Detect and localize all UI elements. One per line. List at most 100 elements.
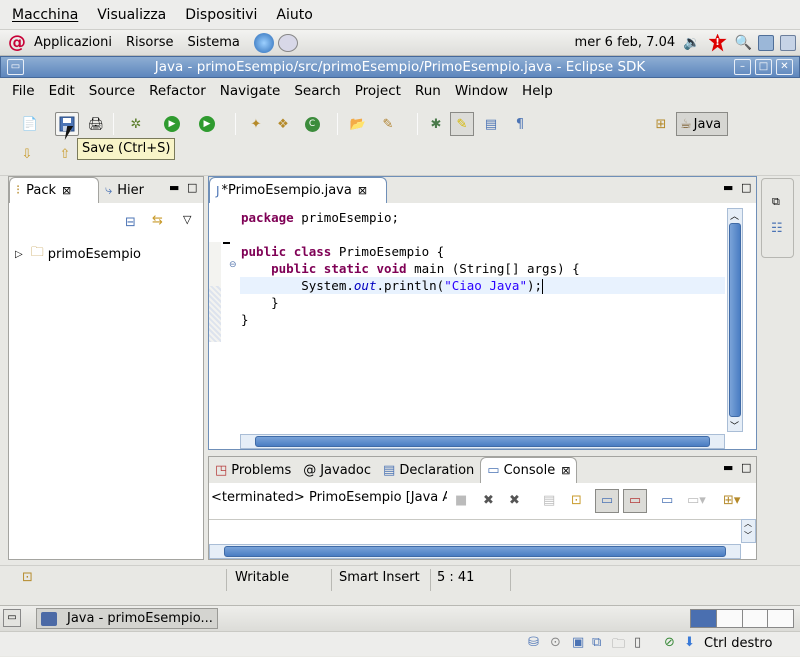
print-icon[interactable]: 🖨 xyxy=(86,114,106,134)
debian-logo-icon[interactable]: @ xyxy=(8,32,26,53)
external-tools-icon[interactable]: ▶ xyxy=(197,114,217,134)
menu-places[interactable]: Risorse xyxy=(126,35,174,50)
maximize-button[interactable]: □ xyxy=(755,59,772,75)
debug-icon[interactable]: ✲ xyxy=(126,114,146,134)
close-button[interactable]: ✕ xyxy=(776,59,793,75)
browser-launcher-icon[interactable] xyxy=(253,32,274,53)
window-menu-icon[interactable]: ▭ xyxy=(7,59,24,75)
workspace-4[interactable] xyxy=(768,610,793,627)
tab-javadoc[interactable]: @ Javadoc xyxy=(297,457,377,483)
collapse-all-icon[interactable]: ⊟ xyxy=(125,215,136,230)
scroll-up-arrow-icon[interactable]: ︿ xyxy=(730,209,739,222)
tab-hierarchy[interactable]: ⤷ Hier xyxy=(99,177,150,203)
menu-help[interactable]: Help xyxy=(522,83,553,99)
close-tab-icon[interactable]: ⊠ xyxy=(561,464,570,477)
update-alert-icon[interactable]: ! xyxy=(708,33,727,52)
cdrom-icon[interactable]: ⊙ xyxy=(550,635,561,650)
vbox-menu-help[interactable]: Aiuto xyxy=(276,7,312,23)
pin-console-icon[interactable]: ▭ xyxy=(661,493,673,508)
tab-editor-file[interactable]: J *PrimoEsempio.java ⊠ xyxy=(209,177,387,203)
link-editor-icon[interactable]: ⇆ xyxy=(152,213,163,228)
menu-refactor[interactable]: Refactor xyxy=(149,83,206,99)
menu-navigate[interactable]: Navigate xyxy=(220,83,281,99)
workspace-1[interactable] xyxy=(691,610,717,627)
restore-view-icon[interactable]: ⧉ xyxy=(772,195,780,209)
display-console-icon[interactable]: ▭▾ xyxy=(687,493,706,508)
menu-edit[interactable]: Edit xyxy=(49,83,75,99)
show-desktop-icon[interactable]: ▭ xyxy=(3,609,21,627)
new-icon[interactable]: 📄 xyxy=(20,114,40,134)
clock[interactable]: mer 6 feb, 7.04 xyxy=(575,35,676,50)
minimize-view-icon[interactable]: ▬ xyxy=(723,461,733,474)
code-line[interactable]: } xyxy=(241,294,725,311)
expand-arrow-icon[interactable]: ▷ xyxy=(15,249,23,260)
code-line[interactable]: } xyxy=(241,311,725,328)
editor-vertical-scrollbar[interactable]: ︿ ﹀ xyxy=(727,208,743,432)
menu-project[interactable]: Project xyxy=(355,83,401,99)
show-on-error-icon[interactable]: ▭ xyxy=(623,489,647,513)
tab-package-explorer[interactable]: ⁝ Pack ⊠ xyxy=(9,177,99,203)
minimize-view-icon[interactable]: ▬ xyxy=(723,181,733,194)
vbox-menu-devices[interactable]: Dispositivi xyxy=(185,7,257,23)
console-vertical-scrollbar[interactable]: ︿ ﹀ xyxy=(741,519,756,543)
next-annotation-icon[interactable]: ⇩ xyxy=(17,144,37,164)
network-adapter-icon[interactable]: ⧉ xyxy=(592,635,601,650)
outline-view-icon[interactable]: ☷ xyxy=(771,221,783,236)
new-class-icon[interactable]: C xyxy=(302,114,322,134)
menu-system[interactable]: Sistema xyxy=(187,35,239,50)
close-tab-icon[interactable]: ⊠ xyxy=(358,184,367,197)
menu-window[interactable]: Window xyxy=(455,83,508,99)
block-selection-icon[interactable]: ▤ xyxy=(481,114,501,134)
code-line[interactable]: public static void main (String[] args) … xyxy=(241,260,725,277)
minimize-button[interactable]: – xyxy=(734,59,751,75)
menu-file[interactable]: File xyxy=(12,83,35,99)
usb-icon[interactable]: ▯ xyxy=(634,635,641,650)
host-key-icon[interactable]: ⬇ xyxy=(684,635,695,650)
code-area[interactable]: package primoEsempio; public class PrimoE… xyxy=(241,209,725,433)
show-whitespace-icon[interactable]: ¶ xyxy=(510,114,530,134)
mouse-integration-icon[interactable]: ⊘ xyxy=(664,635,675,650)
fold-icon[interactable]: ⊖ xyxy=(229,260,237,270)
tab-problems[interactable]: ◳ Problems xyxy=(209,457,297,483)
java-perspective-button[interactable]: ☕ Java xyxy=(676,112,728,136)
console-horizontal-scrollbar[interactable] xyxy=(209,544,741,559)
maximize-view-icon[interactable]: □ xyxy=(187,181,197,194)
toggle-mark-occurrences-icon[interactable]: ✱ xyxy=(426,114,446,134)
tab-console[interactable]: ▭ Console ⊠ xyxy=(480,457,578,483)
volume-icon[interactable]: 🔉 xyxy=(683,35,700,51)
open-type-icon[interactable]: 📂 xyxy=(348,114,368,134)
code-line[interactable]: package primoEsempio; xyxy=(241,209,725,226)
tree-item-project[interactable]: ▷ 🗀 primoEsempio xyxy=(15,243,141,265)
minimize-view-icon[interactable]: ▬ xyxy=(169,181,179,194)
harddisk-icon[interactable]: ⛁ xyxy=(528,635,539,650)
new-package-icon[interactable]: ❖ xyxy=(273,114,293,134)
search-icon[interactable]: 🔍 xyxy=(735,35,752,51)
highlight-icon[interactable]: ✎ xyxy=(450,112,474,136)
workspace-3[interactable] xyxy=(742,610,769,627)
vbox-menu-view[interactable]: Visualizza xyxy=(97,7,166,23)
open-perspective-icon[interactable]: ⊞ xyxy=(651,114,671,134)
network-icon[interactable] xyxy=(758,34,774,51)
new-java-project-icon[interactable]: ✦ xyxy=(246,114,266,134)
floppy-icon[interactable]: ▣ xyxy=(572,635,584,650)
code-line[interactable] xyxy=(241,226,725,243)
editor-horizontal-scrollbar[interactable] xyxy=(240,434,725,449)
shared-folders-icon[interactable]: 🗀 xyxy=(612,635,625,657)
workspace-2[interactable] xyxy=(716,610,743,627)
close-tab-icon[interactable]: ⊠ xyxy=(62,184,71,197)
previous-annotation-icon[interactable]: ⇧ xyxy=(55,144,75,164)
code-line[interactable]: public class PrimoEsempio { xyxy=(241,243,725,260)
clear-console-icon[interactable]: ▤ xyxy=(543,493,555,508)
maximize-view-icon[interactable]: □ xyxy=(741,461,751,474)
remove-launch-icon[interactable]: ✖ xyxy=(483,493,494,508)
workspace-switcher[interactable] xyxy=(690,609,794,628)
open-console-icon[interactable]: ⊞▾ xyxy=(723,493,740,508)
window-titlebar[interactable]: ▭ Java - primoEsempio/src/primoEsempio/P… xyxy=(0,56,800,78)
user-switch-icon[interactable] xyxy=(780,34,796,51)
show-on-output-icon[interactable]: ▭ xyxy=(595,489,619,513)
console-output[interactable] xyxy=(209,519,741,543)
maximize-view-icon[interactable]: □ xyxy=(741,181,751,194)
search-tool-icon[interactable]: ✎ xyxy=(378,114,398,134)
mail-launcher-icon[interactable] xyxy=(277,33,298,52)
code-line[interactable]: System.out.println("Ciao Java"); xyxy=(241,277,725,294)
